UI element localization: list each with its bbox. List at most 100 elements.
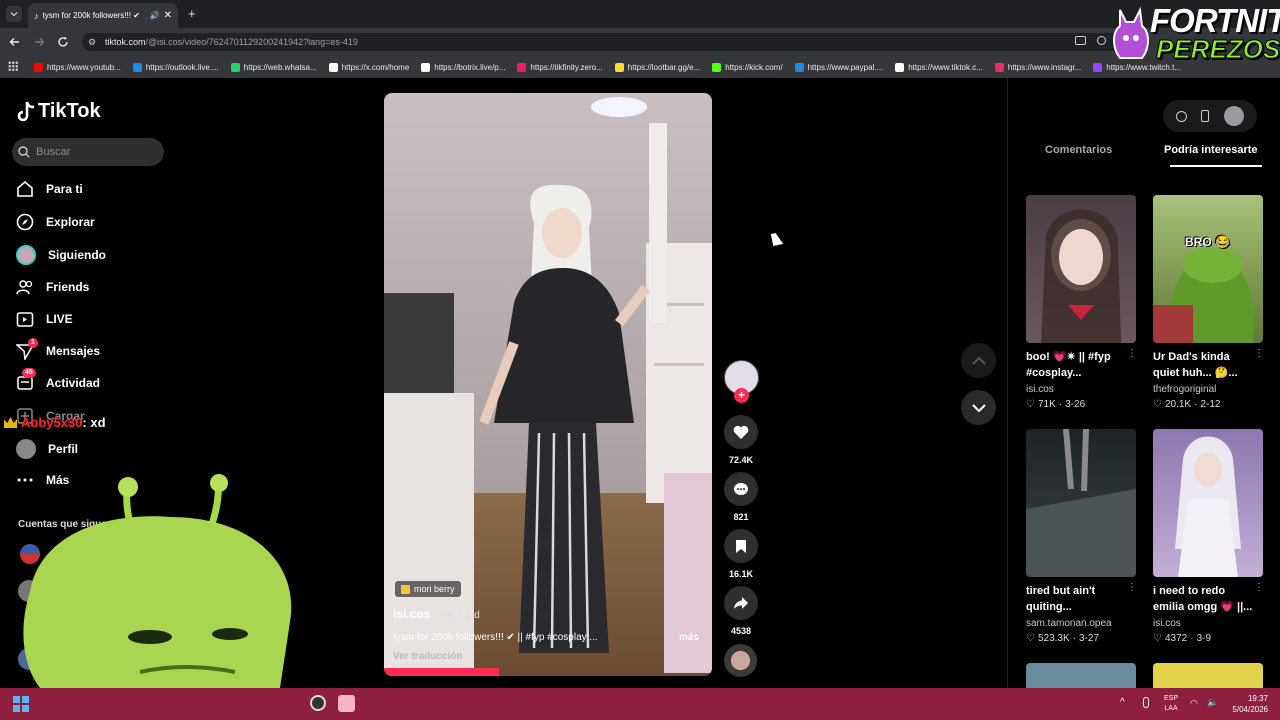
device-icon[interactable] <box>1201 110 1210 122</box>
card-user[interactable]: sam.tamonan.opea <box>1026 618 1112 629</box>
music-disc[interactable] <box>724 644 757 677</box>
video-author[interactable]: isi.cos · Hace 1 d <box>393 607 480 621</box>
bookmark-item[interactable]: https://outlook.live.... <box>132 62 219 72</box>
like-action[interactable]: 72.4K <box>724 415 758 465</box>
start-pane <box>13 696 21 704</box>
bookmark-item[interactable]: https://www.youtub... <box>34 62 121 72</box>
bookmark-item[interactable]: https://www.paypal.... <box>794 62 883 72</box>
bookmark-favicon-icon <box>1093 62 1103 72</box>
recommended-card[interactable] <box>1026 429 1136 577</box>
sidebar-item-friends[interactable]: Friends <box>16 278 89 296</box>
taskbar-app-icon[interactable] <box>338 695 355 712</box>
bookmark-item[interactable]: https://tikfinity.zero... <box>517 62 603 72</box>
tiktok-note-icon <box>17 101 35 121</box>
bookmark-favicon-icon <box>230 62 240 72</box>
card-title[interactable]: boo! 💗✴ || #fyp #cosplay... <box>1026 349 1126 381</box>
stream-logo-overlay: FORTNITE PEREZOS01 <box>1104 0 1280 70</box>
start-pane <box>13 704 21 712</box>
windows-start-icon[interactable] <box>13 696 29 712</box>
card-menu-icon[interactable]: ⋮ <box>1127 348 1137 359</box>
recommended-card-partial[interactable] <box>1026 663 1136 688</box>
bookmark-item[interactable]: https://kick.com/ <box>712 62 783 72</box>
volume-icon[interactable]: 🔈 <box>1207 697 1218 708</box>
card-meta: ♡ 20.1K · 2-12 <box>1153 399 1220 410</box>
keyboard-language[interactable]: ESP LAA <box>1164 694 1178 714</box>
back-button[interactable] <box>8 35 22 49</box>
search-input[interactable]: Buscar <box>12 138 164 166</box>
sidebar-item-mensajes[interactable]: 1 Mensajes <box>16 338 100 360</box>
card-date: 3-27 <box>1079 633 1100 644</box>
translate-link[interactable]: Ver traducción <box>393 651 462 662</box>
new-tab-button[interactable]: + <box>188 6 196 21</box>
bookmark-item[interactable]: https://www.tiktok.c... <box>895 62 983 72</box>
microphone-icon[interactable] <box>1143 697 1149 708</box>
recommended-card[interactable] <box>1026 195 1136 343</box>
taskbar-obs-icon[interactable] <box>310 695 326 711</box>
bookmark-label: https://web.whatsa... <box>243 62 317 72</box>
save-button[interactable] <box>724 529 758 563</box>
comment-button[interactable] <box>724 472 758 506</box>
card-user[interactable]: isi.cos <box>1153 618 1181 629</box>
browser-tab-active[interactable]: ♪ tysm for 200k followers!!! ✔ 🔊 ✕ <box>28 3 178 28</box>
tiktok-logo[interactable]: TikTok <box>16 100 101 123</box>
card-menu-icon[interactable]: ⋮ <box>1254 582 1264 593</box>
music-tag[interactable]: mori berry <box>395 581 461 597</box>
sidebar-item-perfil[interactable]: Perfil <box>16 439 78 459</box>
speaker-icon[interactable]: 🔊 <box>150 11 160 20</box>
bookmark-item[interactable]: https://lootbar.gg/e... <box>614 62 700 72</box>
share-button[interactable] <box>724 586 758 620</box>
sidebar-item-actividad[interactable]: 45 Actividad <box>16 368 100 392</box>
bookmark-item[interactable]: https://www.instagr... <box>994 62 1081 72</box>
chat-message: Abby5x30 : xd <box>4 415 106 430</box>
card-menu-icon[interactable]: ⋮ <box>1254 348 1264 359</box>
tab-podria-interesarte[interactable]: Podría interesarte <box>1164 144 1262 156</box>
tab-comentarios[interactable]: Comentarios <box>1045 144 1112 156</box>
share-arrow-icon <box>734 597 748 609</box>
bookmark-item[interactable]: https://x.com/home <box>328 62 409 72</box>
tab-close-icon[interactable]: ✕ <box>164 10 172 21</box>
sidebar-item-siguiendo[interactable]: Siguiendo <box>16 245 106 265</box>
clock[interactable]: 19:37 5/04/2026 <box>1228 693 1268 715</box>
card-title[interactable]: Ur Dad's kinda quiet huh... 🤔... <box>1153 349 1253 381</box>
card-user[interactable]: thefrogoriginal <box>1153 384 1216 395</box>
lang-layout: LAA <box>1164 705 1178 712</box>
apps-grid-icon[interactable] <box>8 61 18 71</box>
card-meta: ♡ 523.3K · 3-27 <box>1026 633 1099 644</box>
live-icon <box>16 312 34 327</box>
heart-outline-icon: ♡ <box>1153 399 1162 410</box>
follow-button[interactable]: + <box>734 388 749 403</box>
recommended-card-partial[interactable] <box>1153 663 1263 688</box>
bookmark-item[interactable]: https://botrix.live/p... <box>421 62 505 72</box>
user-avatar[interactable] <box>1223 106 1244 126</box>
site-info-icon[interactable]: ⚙ <box>88 37 96 48</box>
bookmark-favicon-icon <box>794 62 804 72</box>
forward-button[interactable] <box>32 35 46 49</box>
comment-action[interactable]: 821 <box>724 472 758 522</box>
share-action[interactable]: 4538 <box>724 586 758 636</box>
card-thumbnail <box>1026 195 1136 343</box>
like-button[interactable] <box>724 415 758 449</box>
recommended-card[interactable] <box>1153 429 1263 577</box>
tray-chevron-icon[interactable]: ^ <box>1120 697 1125 708</box>
sidebar-item-explorar[interactable]: Explorar <box>16 213 95 231</box>
card-user[interactable]: isi.cos <box>1026 384 1054 395</box>
tab-search-button[interactable] <box>6 6 22 22</box>
url-text[interactable]: tiktok.com/@isi.cos/video/76247011292002… <box>105 37 358 47</box>
sidebar-item-live[interactable]: LIVE <box>16 310 73 328</box>
next-video-button[interactable] <box>961 390 996 425</box>
card-separator: · <box>1072 633 1077 644</box>
recommended-card[interactable]: BRO 😂 <box>1153 195 1263 343</box>
previous-video-button[interactable] <box>961 343 996 378</box>
card-title[interactable]: tired but ain't quiting... <box>1026 583 1126 615</box>
reload-button[interactable] <box>56 35 70 49</box>
card-title[interactable]: i need to redo emilia omgg 💗 ||... <box>1153 583 1253 615</box>
sidebar-item-para-ti[interactable]: Para ti <box>16 180 83 198</box>
coin-icon[interactable] <box>1176 110 1188 122</box>
cast-icon[interactable] <box>1075 36 1086 45</box>
caption-more-button[interactable]: más <box>679 632 699 643</box>
wifi-icon[interactable]: ◠ <box>1190 698 1198 709</box>
card-menu-icon[interactable]: ⋮ <box>1127 582 1137 593</box>
bookmark-item[interactable]: https://web.whatsa... <box>230 62 317 72</box>
heart-outline-icon: ♡ <box>1026 399 1035 410</box>
save-action[interactable]: 16.1K <box>724 529 758 579</box>
